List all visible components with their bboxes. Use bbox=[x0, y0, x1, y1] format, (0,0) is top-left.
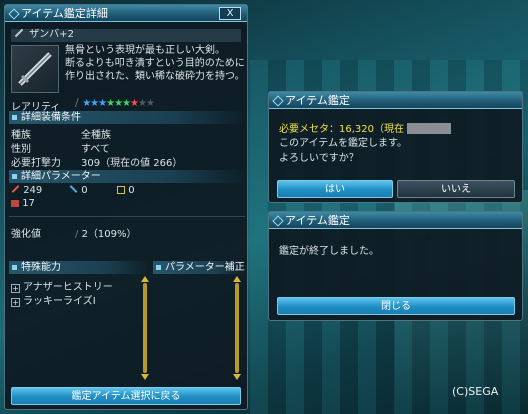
sword-icon bbox=[14, 28, 24, 38]
done-dialog-title: アイテム鑑定 bbox=[285, 214, 350, 227]
item-name-row: ザンバ+2 bbox=[11, 28, 241, 42]
defense-icon bbox=[11, 200, 19, 207]
confirm-dialog: アイテム鑑定 必要メセタ：16,320（現在 このアイテムを鑑定します。 よろし… bbox=[268, 91, 523, 203]
ability-item-1[interactable]: + アナザーヒストリー bbox=[11, 278, 113, 293]
divider bbox=[9, 216, 245, 217]
yes-button[interactable]: はい bbox=[277, 180, 393, 198]
cost-line: 必要メセタ：16,320（現在 bbox=[279, 123, 452, 136]
panel-title: アイテム鑑定詳細 bbox=[21, 7, 108, 20]
condition-gender-value: すべて bbox=[81, 144, 110, 155]
done-dialog: アイテム鑑定 鑑定が終了しました。 閉じる bbox=[268, 211, 523, 321]
condition-strike-label: 必要打撃力 bbox=[11, 158, 61, 169]
param-tech: 0 bbox=[117, 185, 135, 196]
close-button[interactable]: X bbox=[219, 7, 241, 20]
param-fix-scrollbar[interactable] bbox=[233, 276, 241, 380]
strike-icon bbox=[11, 185, 20, 193]
ability-item-2[interactable]: + ラッキーライズⅠ bbox=[11, 292, 96, 307]
copyright: (C)SEGA bbox=[452, 385, 499, 398]
ability-scrollbar[interactable] bbox=[141, 276, 149, 380]
no-button[interactable]: いいえ bbox=[397, 180, 515, 198]
condition-gender-label: 性別 bbox=[11, 144, 31, 155]
confirm-dialog-title: アイテム鑑定 bbox=[285, 94, 350, 107]
params-header: 詳細パラメーター bbox=[9, 170, 245, 183]
item-detail-panel: アイテム鑑定詳細 X ザンバ+2 無骨という表現が最も正しい大剣。 断るよりも叩… bbox=[4, 4, 248, 410]
item-detail-titlebar: アイテム鑑定詳細 X bbox=[5, 5, 247, 22]
item-image bbox=[11, 45, 59, 93]
back-to-selection-button[interactable]: 鑑定アイテム選択に戻る bbox=[11, 387, 241, 405]
confirm-dialog-titlebar: アイテム鑑定 bbox=[269, 92, 522, 109]
condition-race-label: 種族 bbox=[11, 130, 31, 141]
rarity-stars: / ★★★★★★★★★ bbox=[75, 96, 155, 109]
done-dialog-titlebar: アイテム鑑定 bbox=[269, 212, 522, 229]
param-strike: 249 bbox=[11, 185, 42, 196]
redacted-box bbox=[407, 123, 452, 134]
done-message: 鑑定が終了しました。 bbox=[279, 246, 379, 257]
confirm-line-1: このアイテムを鑑定します。 bbox=[279, 138, 407, 149]
item-description-line-2: 断るよりも叩き潰すという目的のために bbox=[65, 58, 245, 69]
confirm-line-2: よろしいですか？ bbox=[279, 153, 359, 164]
tech-icon bbox=[117, 186, 125, 194]
conditions-header: 詳細装備条件 bbox=[9, 111, 245, 124]
item-description-line-3: 作り出された、類い稀な破砕力を持つ。 bbox=[65, 71, 245, 82]
range-icon bbox=[69, 185, 78, 193]
param-range: 0 bbox=[69, 185, 88, 196]
special-ability-header: 特殊能力 bbox=[9, 261, 149, 274]
item-name: ザンバ+2 bbox=[29, 29, 74, 40]
close-dialog-button[interactable]: 閉じる bbox=[277, 297, 515, 315]
item-description-line-1: 無骨という表現が最も正しい大剣。 bbox=[65, 45, 225, 56]
condition-strike-value: 309（現在の値 266） bbox=[81, 158, 183, 169]
param-defense: 17 bbox=[11, 198, 35, 209]
condition-race-value: 全種族 bbox=[81, 130, 111, 141]
grind-value: / 2（109%） bbox=[75, 229, 137, 240]
expand-icon: + bbox=[11, 298, 20, 307]
param-fix-header: パラメーター補正 bbox=[153, 261, 245, 274]
greatsword-icon bbox=[18, 52, 52, 86]
grind-label: 強化値 bbox=[11, 229, 41, 240]
